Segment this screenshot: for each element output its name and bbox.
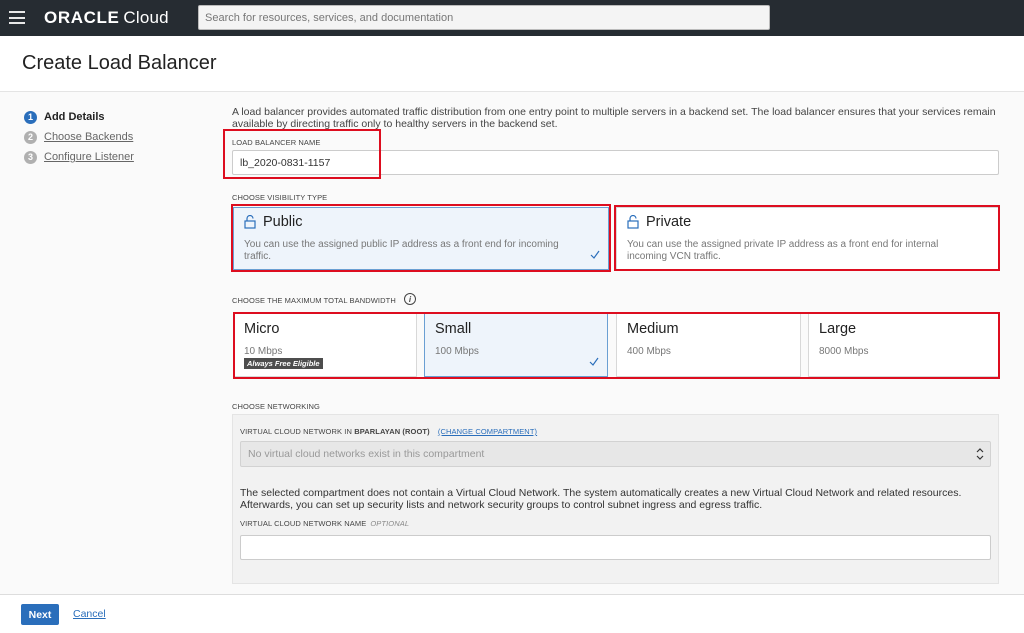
- visibility-option-public[interactable]: Public You can use the assigned public I…: [233, 207, 609, 270]
- step-label[interactable]: Choose Backends: [44, 131, 133, 143]
- vcn-label-text: VIRTUAL CLOUD NETWORK IN: [240, 427, 352, 436]
- bandwidth-option-micro[interactable]: Micro 10 Mbps Always Free Eligible: [233, 313, 417, 377]
- vcn-select[interactable]: No virtual cloud networks exist in this …: [240, 441, 991, 467]
- logo-product: Cloud: [123, 8, 169, 27]
- vcn-label: VIRTUAL CLOUD NETWORK IN BPARLAYAN (ROOT…: [240, 427, 537, 436]
- change-compartment-link[interactable]: (CHANGE COMPARTMENT): [438, 427, 537, 436]
- always-free-badge: Always Free Eligible: [244, 358, 323, 369]
- networking-label: CHOOSE NETWORKING: [232, 402, 320, 411]
- bandwidth-option-small[interactable]: Small 100 Mbps: [424, 313, 608, 377]
- unlock-icon: [244, 215, 256, 229]
- bandwidth-name: Large: [819, 321, 857, 337]
- next-button[interactable]: Next: [21, 604, 59, 625]
- unlock-icon: [627, 215, 639, 229]
- page-header: Create Load Balancer: [0, 36, 1024, 92]
- intro-text: A load balancer provides automated traff…: [232, 106, 996, 130]
- visibility-private-title: Private: [646, 214, 692, 230]
- visibility-option-title: Private: [627, 214, 691, 230]
- info-icon[interactable]: i: [404, 293, 416, 305]
- vcn-name-label-text: VIRTUAL CLOUD NETWORK NAME: [240, 519, 367, 528]
- visibility-private-desc: You can use the assigned private IP addr…: [627, 239, 939, 262]
- bandwidth-speed: 400 Mbps: [627, 346, 671, 357]
- vcn-name-label: VIRTUAL CLOUD NETWORK NAME OPTIONAL: [240, 519, 409, 528]
- vcn-name-input[interactable]: [240, 535, 991, 560]
- step-number: 1: [24, 110, 37, 124]
- check-icon: [589, 357, 599, 366]
- bandwidth-option-large[interactable]: Large 8000 Mbps: [808, 313, 999, 377]
- visibility-public-desc: You can use the assigned public IP addre…: [244, 239, 559, 262]
- cancel-link[interactable]: Cancel: [73, 608, 106, 620]
- visibility-public-title: Public: [263, 214, 303, 230]
- bandwidth-label: CHOOSE THE MAXIMUM TOTAL BANDWIDTH: [232, 296, 396, 305]
- menu-icon[interactable]: [9, 11, 25, 24]
- bandwidth-name: Medium: [627, 321, 679, 337]
- step-choose-backends[interactable]: 2 Choose Backends: [24, 127, 134, 147]
- compartment-name: BPARLAYAN (ROOT): [354, 427, 430, 436]
- bandwidth-speed: 100 Mbps: [435, 346, 479, 357]
- oracle-cloud-logo[interactable]: ORACLE Cloud: [44, 8, 169, 28]
- select-arrows-icon: [976, 448, 984, 460]
- logo-brand: ORACLE: [44, 8, 120, 27]
- lb-name-label: LOAD BALANCER NAME: [232, 138, 321, 147]
- step-number: 2: [24, 130, 37, 144]
- networking-note: The selected compartment does not contai…: [240, 487, 962, 511]
- wizard-steps: 1 Add Details 2 Choose Backends 3 Config…: [24, 107, 134, 167]
- search-input[interactable]: [198, 5, 770, 30]
- lb-name-input[interactable]: [232, 150, 999, 175]
- visibility-option-private[interactable]: Private You can use the assigned private…: [616, 207, 999, 270]
- vcn-select-value: No virtual cloud networks exist in this …: [248, 448, 485, 460]
- bandwidth-name: Micro: [244, 321, 280, 337]
- check-icon: [590, 250, 600, 259]
- step-configure-listener[interactable]: 3 Configure Listener: [24, 147, 134, 167]
- step-label: Add Details: [44, 111, 105, 123]
- top-navigation-bar: ORACLE Cloud: [0, 0, 1024, 36]
- step-number: 3: [24, 150, 37, 164]
- bandwidth-name: Small: [435, 321, 472, 337]
- page-title: Create Load Balancer: [22, 52, 217, 74]
- visibility-label: CHOOSE VISIBILITY TYPE: [232, 193, 328, 202]
- step-add-details: 1 Add Details: [24, 107, 134, 127]
- step-label[interactable]: Configure Listener: [44, 151, 134, 163]
- bandwidth-speed: 10 Mbps: [244, 346, 283, 357]
- optional-tag: OPTIONAL: [370, 519, 410, 528]
- bandwidth-speed: 8000 Mbps: [819, 346, 869, 357]
- visibility-option-title: Public: [244, 214, 303, 230]
- bandwidth-option-medium[interactable]: Medium 400 Mbps: [616, 313, 801, 377]
- footer-bar: Next Cancel: [0, 594, 1024, 633]
